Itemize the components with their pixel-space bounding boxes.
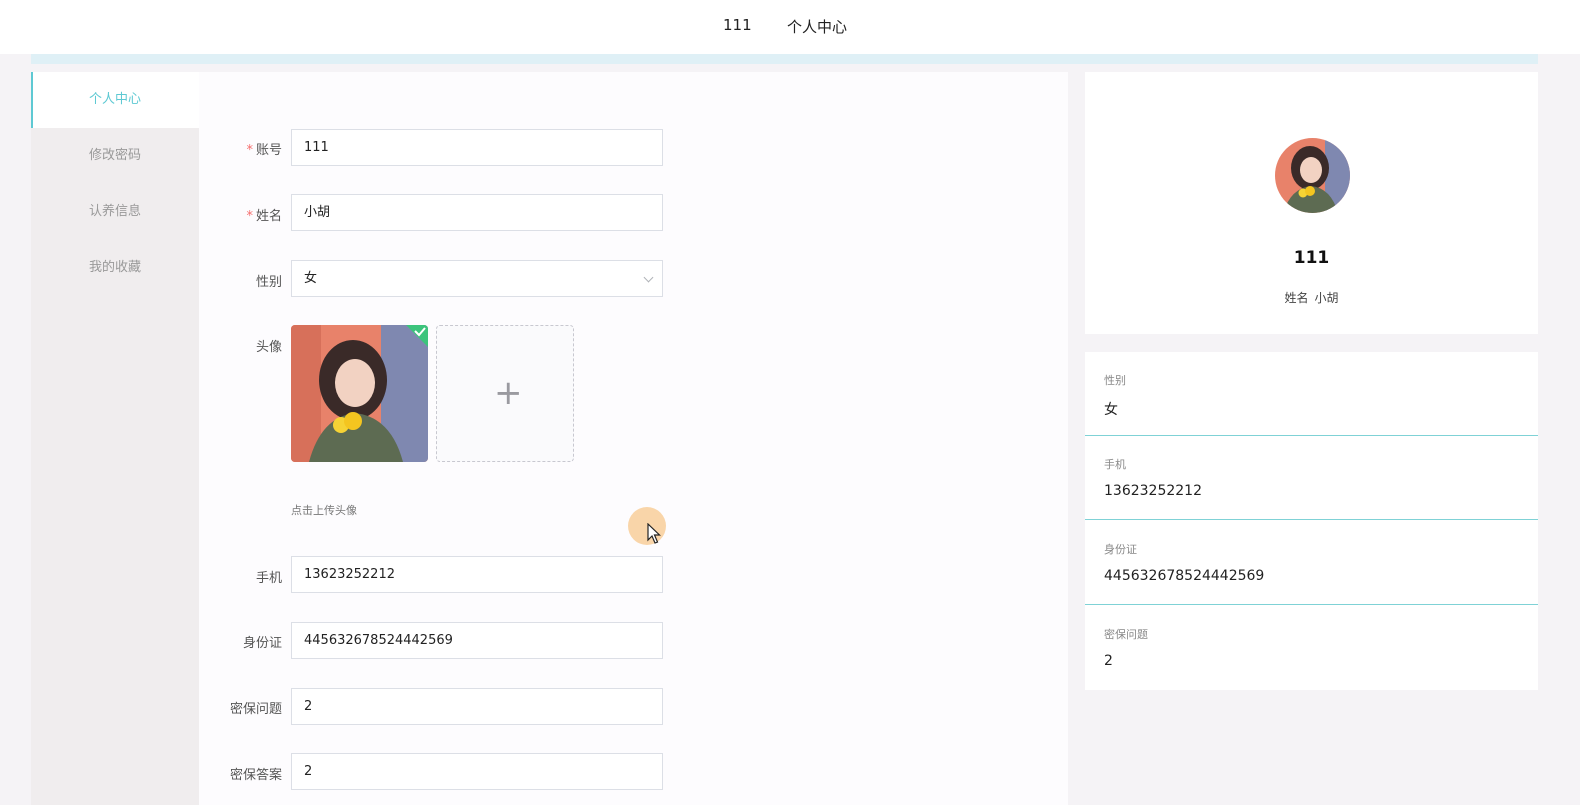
id-card-label: 身份证 bbox=[242, 636, 282, 651]
required-mark: * bbox=[246, 143, 253, 158]
nav-username[interactable]: 111 bbox=[723, 16, 752, 34]
profile-name-value: 小胡 bbox=[1314, 291, 1339, 305]
gender-select[interactable]: 女 bbox=[291, 260, 663, 297]
profile-username: 111 bbox=[1293, 248, 1330, 268]
info-row-gender: 性别 女 bbox=[1085, 352, 1538, 436]
phone-input[interactable]: 13623252212 bbox=[291, 556, 663, 593]
info-label: 性别 bbox=[1104, 374, 1126, 387]
name-label: * 姓名 bbox=[246, 209, 282, 224]
avatar-label: 头像 bbox=[255, 340, 282, 355]
security-question-label: 密保问题 bbox=[229, 702, 282, 717]
info-row-security-question: 密保问题 2 bbox=[1085, 606, 1538, 690]
id-card-input[interactable]: 445632678524442569 bbox=[291, 622, 663, 659]
info-label: 手机 bbox=[1104, 458, 1126, 471]
name-input[interactable]: 小胡 bbox=[291, 194, 663, 231]
info-label: 身份证 bbox=[1104, 543, 1137, 556]
sidebar-item-change-password[interactable]: 修改密码 bbox=[31, 128, 199, 184]
security-answer-label: 密保答案 bbox=[229, 768, 282, 783]
accent-strip bbox=[31, 54, 1538, 64]
top-navbar: 111 个人中心 bbox=[0, 0, 1580, 54]
info-value: 2 bbox=[1104, 653, 1113, 669]
info-value: 13623252212 bbox=[1104, 483, 1202, 499]
info-label: 密保问题 bbox=[1104, 628, 1148, 641]
security-question-input[interactable]: 2 bbox=[291, 688, 663, 725]
info-row-phone: 手机 13623252212 bbox=[1085, 436, 1538, 520]
profile-info-card: 性别 女 手机 13623252212 身份证 4456326785244425… bbox=[1085, 352, 1538, 690]
sidebar-item-personal-center[interactable]: 个人中心 bbox=[31, 72, 199, 128]
info-row-id-card: 身份证 445632678524442569 bbox=[1085, 521, 1538, 605]
avatar-photo bbox=[1275, 138, 1350, 213]
avatar-photo bbox=[291, 325, 428, 462]
info-value: 445632678524442569 bbox=[1104, 568, 1265, 584]
chevron-down-icon bbox=[643, 272, 654, 283]
profile-summary-card: 111 姓名 小胡 bbox=[1085, 72, 1538, 334]
account-label: * 账号 bbox=[246, 143, 282, 158]
avatar-upload-tip: 点击上传头像 bbox=[291, 504, 357, 517]
info-value: 女 bbox=[1104, 402, 1118, 418]
avatar bbox=[1275, 138, 1350, 213]
avatar-thumbnail[interactable] bbox=[291, 325, 428, 462]
account-input[interactable]: 111 bbox=[291, 129, 663, 166]
plus-icon: + bbox=[494, 373, 523, 413]
sidebar-menu: 个人中心 修改密码 认养信息 我的收藏 bbox=[31, 72, 199, 805]
nav-personal-center[interactable]: 个人中心 bbox=[787, 16, 847, 37]
gender-select-value: 女 bbox=[304, 271, 318, 286]
sidebar-item-favorites[interactable]: 我的收藏 bbox=[31, 240, 199, 296]
mouse-cursor-icon bbox=[647, 523, 661, 544]
profile-name-label: 姓名 bbox=[1284, 291, 1309, 305]
security-answer-input[interactable]: 2 bbox=[291, 753, 663, 790]
phone-label: 手机 bbox=[255, 571, 282, 586]
required-mark: * bbox=[246, 209, 253, 224]
profile-form: * 账号 111 * 姓名 小胡 性别 女 头像 + 点击上传头像 手机 13623… bbox=[199, 72, 1068, 805]
sidebar-item-adoption-info[interactable]: 认养信息 bbox=[31, 184, 199, 240]
avatar-upload-button[interactable]: + bbox=[436, 325, 574, 462]
profile-name-line: 姓名 小胡 bbox=[1085, 289, 1538, 306]
gender-label: 性别 bbox=[255, 275, 282, 290]
